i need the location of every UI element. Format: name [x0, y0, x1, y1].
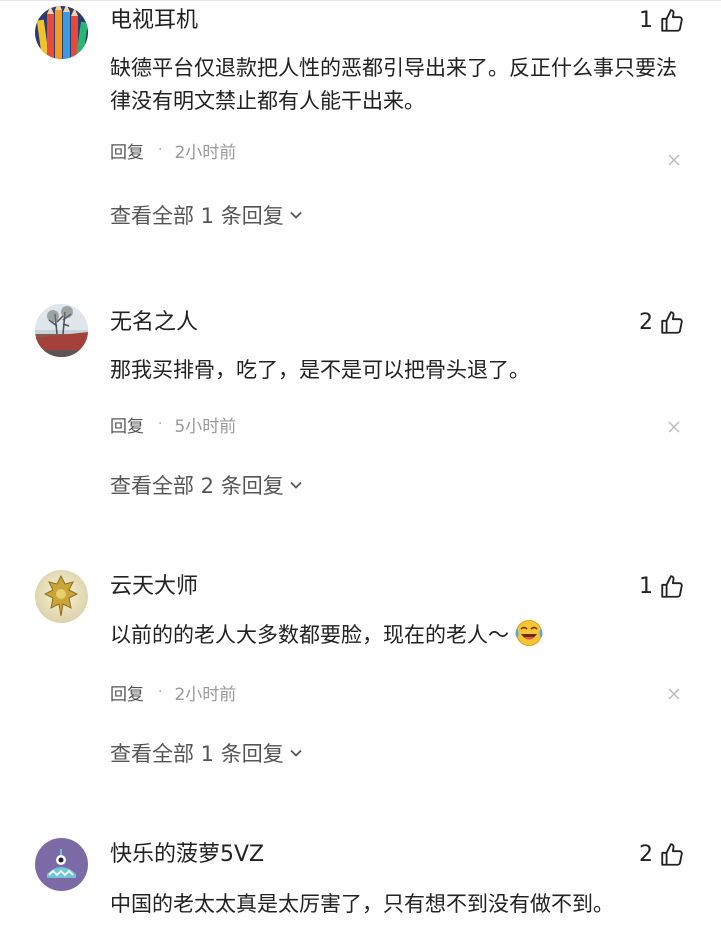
comment-text: 中国的老太太真是太厉害了，只有想不到没有做不到。: [110, 892, 614, 916]
like-button[interactable]: 2: [639, 840, 685, 870]
comment-item: 电视耳机 1 缺德平台仅退款把人性的恶都引导出来了。反正什么事只要法律没有明文禁…: [0, 0, 721, 260]
view-replies-label: 查看全部 1 条回复: [110, 742, 284, 766]
like-button[interactable]: 1: [639, 572, 685, 602]
comment-item: 无名之人 2 那我买排骨，吃了，是不是可以把骨头退了。 回复 · 5小时前 查看…: [0, 304, 721, 564]
view-all-replies-button[interactable]: 查看全部 1 条回复: [110, 200, 304, 230]
comment-item: 快乐的菠萝5VZ 2 中国的老太太真是太厉害了，只有想不到没有做不到。: [0, 838, 721, 937]
reply-button[interactable]: 回复: [110, 680, 144, 705]
username[interactable]: 快乐的菠萝5VZ: [110, 840, 264, 870]
chevron-down-icon: [290, 211, 302, 219]
like-count: 1: [639, 574, 653, 599]
view-all-replies-button[interactable]: 查看全部 1 条回复: [110, 738, 304, 768]
comment-text: 缺德平台仅退款把人性的恶都引导出来了。反正什么事只要法律没有明文禁止都有人能干出…: [110, 56, 677, 113]
username[interactable]: 云天大师: [110, 572, 198, 602]
separator-dot: ·: [158, 142, 163, 158]
timestamp: 5小时前: [174, 416, 237, 437]
thumbs-up-icon: [661, 9, 683, 32]
avatar[interactable]: [35, 304, 88, 357]
comment-text: 那我买排骨，吃了，是不是可以把骨头退了。: [110, 358, 530, 382]
like-count: 1: [639, 8, 653, 33]
comment-meta: 回复 · 5小时前: [110, 412, 237, 437]
avatar[interactable]: [35, 838, 88, 891]
chevron-down-icon: [290, 749, 302, 757]
like-button[interactable]: 2: [639, 308, 685, 338]
username[interactable]: 无名之人: [110, 308, 198, 338]
chevron-down-icon: [290, 481, 302, 489]
close-icon[interactable]: [667, 420, 681, 434]
avatar[interactable]: [35, 570, 88, 623]
comment-meta: 回复 · 2小时前: [110, 138, 237, 163]
comment-item: 云天大师 1 以前的的老人大多数都要脸，现在的老人～ 回复 · 2小时前 查看全…: [0, 570, 721, 830]
comment-meta: 回复 · 2小时前: [110, 680, 237, 705]
timestamp: 2小时前: [174, 142, 237, 163]
close-icon[interactable]: [667, 153, 681, 167]
reply-button[interactable]: 回复: [110, 138, 144, 163]
like-count: 2: [639, 310, 653, 335]
thumbs-up-icon: [661, 311, 683, 334]
thumbs-up-icon: [661, 843, 683, 866]
comment-text-body: 以前的的老人大多数都要脸，现在的老人～: [110, 623, 509, 647]
separator-dot: ·: [158, 684, 163, 700]
view-replies-label: 查看全部 1 条回复: [110, 204, 284, 228]
view-all-replies-button[interactable]: 查看全部 2 条回复: [110, 470, 304, 500]
close-icon[interactable]: [667, 687, 681, 701]
avatar[interactable]: [35, 6, 88, 59]
username[interactable]: 电视耳机: [110, 6, 198, 36]
separator-dot: ·: [158, 416, 163, 432]
comment-text: 以前的的老人大多数都要脸，现在的老人～: [110, 618, 690, 652]
view-replies-label: 查看全部 2 条回复: [110, 474, 284, 498]
like-button[interactable]: 1: [639, 6, 685, 36]
timestamp: 2小时前: [174, 684, 237, 705]
reply-button[interactable]: 回复: [110, 412, 144, 437]
laughing-crying-face-icon: [515, 620, 543, 646]
like-count: 2: [639, 842, 653, 867]
thumbs-up-icon: [661, 575, 683, 598]
